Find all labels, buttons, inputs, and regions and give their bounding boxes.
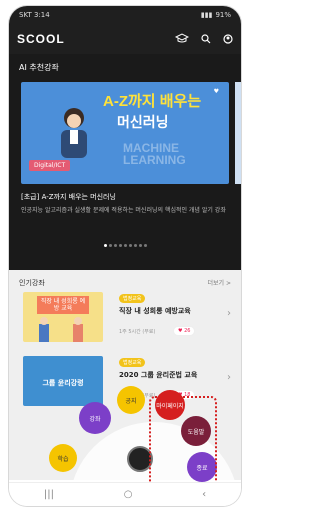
- status-bar: SKT 3:14 ▮▮▮ 91%: [9, 6, 241, 24]
- banner-watermark: MACHINE LEARNING: [123, 141, 186, 167]
- more-link[interactable]: 더보기 >: [208, 278, 232, 288]
- fab-item-1[interactable]: 학습: [49, 444, 77, 472]
- people-illustration: [39, 317, 83, 342]
- graduation-cap-icon[interactable]: [175, 33, 189, 45]
- thumbnail-text: 직장 내 성희롱 예방 교육: [37, 296, 89, 314]
- chevron-right-icon: ›: [227, 308, 231, 319]
- system-nav-bar: ||| ○ ‹: [9, 482, 241, 506]
- home-icon[interactable]: ○: [124, 489, 133, 500]
- fab-item-3[interactable]: 공지: [117, 386, 145, 414]
- category-badge: 법정교육: [119, 294, 146, 303]
- like-count[interactable]: ♥ 26: [173, 326, 196, 336]
- profile-icon[interactable]: [223, 34, 233, 44]
- course-title: [초급] A-Z까지 배우는 머신러닝: [21, 193, 116, 201]
- thumbnail-text: 그룹 윤리강령: [42, 379, 84, 387]
- phone-frame: SKT 3:14 ▮▮▮ 91% SCOOL AI 추천강좌 ♥ A-Z까지 배…: [9, 6, 241, 506]
- fab-toggle-button[interactable]: [127, 446, 153, 472]
- banner-line1: A-Z까지 배우는: [103, 93, 202, 110]
- teacher-illustration: [61, 108, 87, 158]
- course-thumbnail: 직장 내 성희롱 예방 교육: [23, 292, 103, 342]
- ai-recommend-section: AI 추천강좌 ♥ A-Z까지 배우는 머신러닝 MACHINE LEARNIN…: [9, 54, 241, 270]
- fab-item-2[interactable]: 강좌: [79, 402, 111, 434]
- section-title: AI 추천강좌: [19, 63, 59, 72]
- signal-icon: ▮▮▮: [200, 11, 213, 19]
- next-banner-peek[interactable]: [235, 82, 241, 184]
- carousel-dots[interactable]: [9, 244, 241, 247]
- banner-line2: 머신러닝: [117, 114, 169, 130]
- course-title: 2020 그룹 윤리준법 교육: [119, 371, 198, 379]
- list-item[interactable]: 직장 내 성희롱 예방 교육 법정교육 직장 내 성희롱 예방교육 1주 5시간…: [23, 292, 233, 350]
- course-description: 인공지능 알고리즘과 실생활 문제에 적용하는 머신러닝의 핵심적인 개념 알기…: [21, 207, 226, 214]
- section-title: 인기강좌: [19, 279, 45, 287]
- fab-item-4[interactable]: 마이페이지: [155, 390, 185, 420]
- battery-level: 91%: [215, 11, 231, 19]
- category-badge: Digital/ICT: [29, 160, 71, 171]
- heart-icon[interactable]: ♥: [214, 88, 219, 95]
- course-title: 직장 내 성희롱 예방교육: [119, 307, 191, 315]
- popular-section: 인기강좌 더보기 > 직장 내 성희롱 예방 교육 법정교육 직장 내 성희롱 …: [9, 270, 241, 480]
- search-icon[interactable]: [201, 34, 211, 44]
- recommend-caption[interactable]: [초급] A-Z까지 배우는 머신러닝 인공지능 알고리즘과 실생활 문제에 적…: [21, 192, 231, 215]
- fab-item-6[interactable]: 종료: [187, 452, 217, 482]
- recent-apps-icon[interactable]: |||: [44, 489, 54, 500]
- course-thumbnail: 그룹 윤리강령: [23, 356, 103, 406]
- chevron-right-icon: ›: [227, 372, 231, 383]
- category-badge: 법정교육: [119, 358, 146, 367]
- app-bar: SCOOL: [9, 24, 241, 54]
- status-indicators: ▮▮▮ 91%: [201, 11, 231, 19]
- fab-item-5[interactable]: 도움말: [181, 416, 211, 446]
- app-logo: SCOOL: [17, 32, 65, 46]
- status-time: SKT 3:14: [19, 11, 50, 19]
- recommend-banner[interactable]: ♥ A-Z까지 배우는 머신러닝 MACHINE LEARNING Digita…: [21, 82, 229, 184]
- back-icon[interactable]: ‹: [202, 489, 206, 500]
- course-duration: 1주 5시간 (무료): [119, 329, 156, 335]
